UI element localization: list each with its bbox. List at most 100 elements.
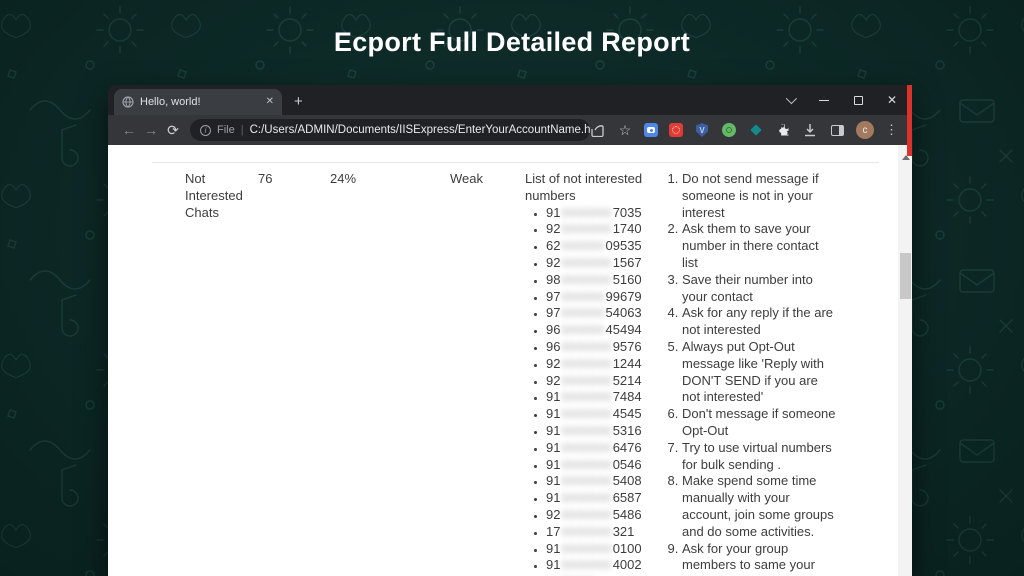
phone-suffix: 4545 [613, 406, 642, 421]
masked-digits: 0000000 [560, 441, 612, 455]
tip-item: Make spend some time manually with your … [682, 473, 838, 540]
share-icon[interactable] [590, 122, 606, 138]
page-title: Ecport Full Detailed Report [0, 27, 1024, 58]
tip-item: Ask for your group members to same your [682, 541, 838, 575]
table-row-divider [152, 162, 879, 163]
profile-avatar[interactable]: c [856, 121, 874, 139]
forward-icon[interactable]: → [140, 122, 162, 138]
row-count: 76 [258, 171, 272, 188]
back-icon[interactable]: ← [118, 122, 140, 138]
phone-numbers-list: 9100000007035 9200000001740 620000000953… [525, 205, 663, 575]
tab-strip: Hello, world! ✕ + ✕ [108, 85, 912, 115]
masked-digits: 0000000 [560, 256, 612, 270]
phone-suffix: 9576 [613, 339, 642, 354]
phone-suffix: 09535 [606, 238, 642, 253]
menu-kebab-icon[interactable]: ⋮ [885, 122, 898, 138]
phone-suffix: 5408 [613, 473, 642, 488]
phone-prefix: 62 [546, 238, 560, 253]
extension-red-icon[interactable] [669, 123, 683, 137]
phone-number-item: 9100000000100 [546, 541, 663, 558]
phone-prefix: 91 [546, 490, 560, 505]
url-scheme-label: File [217, 124, 235, 136]
maximize-button[interactable] [852, 94, 864, 106]
row-rating: Weak [450, 171, 483, 188]
phone-suffix: 45494 [606, 322, 642, 337]
window-controls: ✕ [784, 85, 898, 115]
phone-prefix: 97 [546, 289, 560, 304]
url-path: C:/Users/ADMIN/Documents/IISExpress/Ente… [250, 124, 590, 136]
tab-search-chevron-icon[interactable] [784, 94, 796, 106]
phone-prefix: 91 [546, 473, 560, 488]
scrollbar-thumb[interactable] [900, 253, 911, 299]
phone-prefix: 91 [546, 389, 560, 404]
phone-suffix: 5214 [613, 373, 642, 388]
phone-suffix: 99679 [606, 289, 642, 304]
page-scrollbar[interactable] [898, 145, 912, 576]
tab-close-icon[interactable]: ✕ [266, 97, 274, 107]
recording-indicator-strip [907, 85, 912, 156]
phone-suffix: 6476 [613, 440, 642, 455]
phone-suffix: 7035 [613, 205, 642, 220]
tip-item: Do not send message if someone is not in… [682, 171, 838, 221]
masked-digits: 0000000 [560, 374, 612, 388]
phone-prefix: 91 [546, 205, 560, 220]
masked-digits: 0000000 [560, 474, 612, 488]
phone-prefix: 91 [546, 557, 560, 572]
masked-digits: 000000 [560, 239, 605, 253]
phone-suffix: 321 [613, 524, 635, 539]
phone-prefix: 92 [546, 221, 560, 236]
phone-number-item: 9200000001740 [546, 221, 663, 238]
phone-prefix: 98 [546, 272, 560, 287]
reload-icon[interactable]: ⟳ [162, 122, 184, 139]
phone-prefix: 91 [546, 440, 560, 455]
minimize-button[interactable] [818, 94, 830, 106]
globe-favicon-icon [122, 96, 134, 108]
extension-shield-icon[interactable]: V [694, 122, 710, 138]
phone-prefix: 91 [546, 457, 560, 472]
masked-digits: 0000000 [560, 390, 612, 404]
phone-prefix: 92 [546, 507, 560, 522]
new-tab-button[interactable]: + [294, 95, 303, 109]
page-info-icon[interactable]: i [200, 125, 211, 136]
phone-suffix: 7484 [613, 389, 642, 404]
masked-digits: 0000000 [560, 542, 612, 556]
phone-suffix: 4002 [613, 557, 642, 572]
phone-suffix: 1740 [613, 221, 642, 236]
phone-number-item: 9200000001244 [546, 356, 663, 373]
close-button[interactable]: ✕ [886, 94, 898, 106]
phone-suffix: 0100 [613, 541, 642, 556]
report-page: Not Interested Chats 76 24% Weak List of… [108, 145, 912, 576]
extension-blue-icon[interactable] [644, 123, 658, 137]
masked-digits: 0000000 [560, 508, 612, 522]
downloads-icon[interactable] [802, 122, 818, 138]
phone-prefix: 91 [546, 423, 560, 438]
tab-title: Hello, world! [140, 96, 260, 108]
phone-suffix: 54063 [606, 305, 642, 320]
address-bar[interactable]: i File | C:/Users/ADMIN/Documents/IISExp… [190, 119, 590, 141]
phone-number-item: 9600000009576 [546, 339, 663, 356]
phone-number-item: 9100000004545 [546, 406, 663, 423]
bookmark-star-icon[interactable]: ☆ [617, 122, 633, 138]
tip-item: Ask them to save your number in there co… [682, 221, 838, 271]
tip-item: Try to use virtual numbers for bulk send… [682, 440, 838, 474]
phone-number-item: 170000000321 [546, 524, 663, 541]
url-divider: | [241, 124, 244, 136]
browser-window: Hello, world! ✕ + ✕ ← → ⟳ i File | C:/Us… [108, 85, 912, 576]
browser-tab[interactable]: Hello, world! ✕ [114, 89, 282, 115]
extension-green-icon[interactable] [721, 122, 737, 138]
phone-number-item: 9100000006587 [546, 490, 663, 507]
masked-digits: 000000 [560, 323, 605, 337]
extensions-puzzle-icon[interactable] [775, 122, 791, 138]
phone-number-item: 9200000001567 [546, 255, 663, 272]
masked-digits: 0000000 [560, 340, 612, 354]
masked-digits: 0000000 [560, 407, 612, 421]
phone-number-item: 9100000006476 [546, 440, 663, 457]
phone-suffix: 1244 [613, 356, 642, 371]
numbers-column: List of not interested numbers 910000000… [525, 171, 663, 576]
phone-suffix: 6587 [613, 490, 642, 505]
phone-number-item: 6200000009535 [546, 238, 663, 255]
phone-number-item: 9200000005486 [546, 507, 663, 524]
extension-teal-icon[interactable] [748, 122, 764, 138]
side-panel-icon[interactable] [829, 122, 845, 138]
masked-digits: 0000000 [560, 424, 612, 438]
